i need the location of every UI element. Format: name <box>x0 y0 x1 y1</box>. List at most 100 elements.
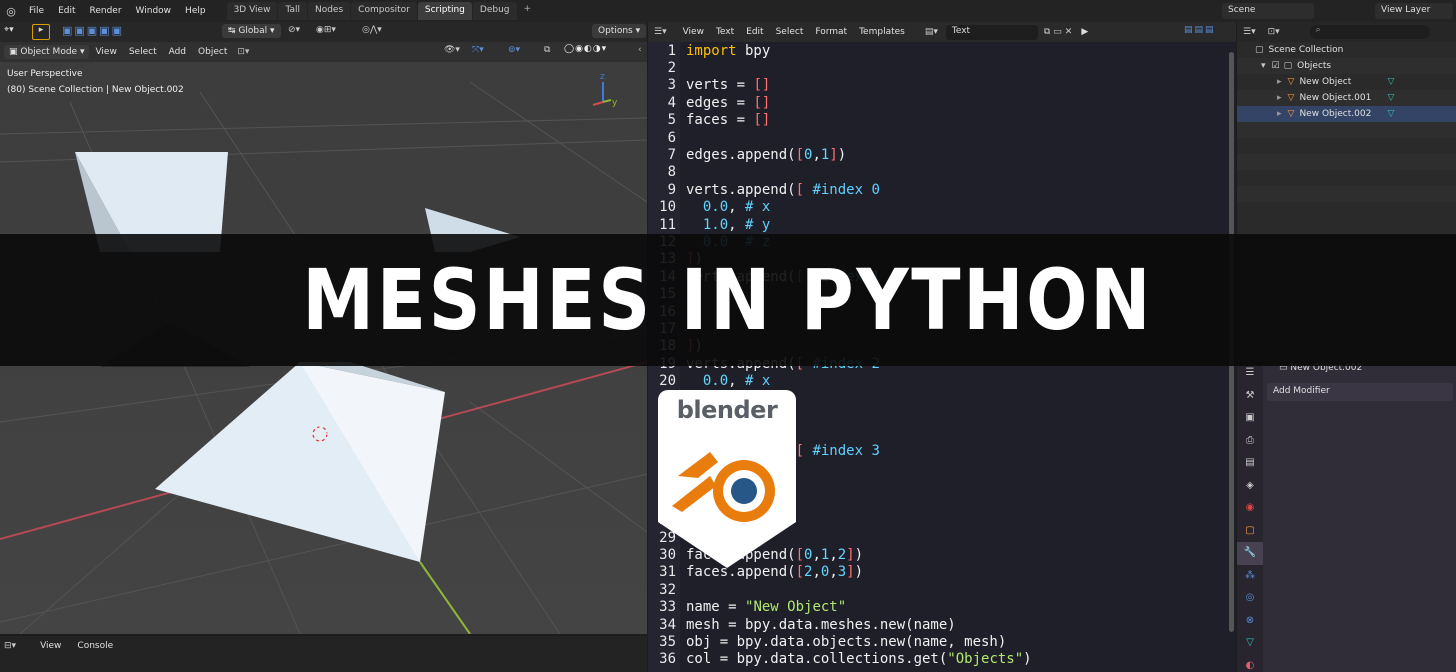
viewport-menu-add[interactable]: Add <box>163 45 192 59</box>
code-line[interactable]: 34 mesh = bpy.data.meshes.new(name) <box>648 616 1236 633</box>
display-mode-icon[interactable]: ⊡▾ <box>1268 27 1280 37</box>
mesh-data-icon[interactable]: ▽ <box>1387 109 1394 119</box>
overlays-icon[interactable]: ⊚▾ <box>508 45 520 55</box>
tab-scripting[interactable]: Scripting <box>417 2 472 20</box>
code-line[interactable]: 35 obj = bpy.data.objects.new(name, mesh) <box>648 633 1236 650</box>
console-editor-type-icon[interactable]: ⊟▾ <box>4 641 16 651</box>
view-layer-selector[interactable]: View Layer <box>1375 3 1453 19</box>
transform-orientation-select[interactable]: ↹ Global ▾ <box>222 24 281 38</box>
outliner-object-row[interactable]: ▸ ▽ New Object.002 ▽ <box>1237 106 1456 122</box>
menu-file[interactable]: File <box>22 6 51 16</box>
code-line[interactable]: 7 edges.append([0,1]) <box>648 146 1236 163</box>
blender-logo-icon[interactable]: ◎ <box>0 5 22 18</box>
physics-tab-icon[interactable]: ◎ <box>1237 587 1263 610</box>
tab-debug[interactable]: Debug <box>472 2 517 20</box>
viewport-menu-select[interactable]: Select <box>123 45 163 59</box>
menu-window[interactable]: Window <box>129 6 179 16</box>
viewport-menu-view[interactable]: View <box>89 45 122 59</box>
menu-edit[interactable]: Edit <box>51 6 82 16</box>
viewport-menu-object[interactable]: Object <box>192 45 233 59</box>
editor-menu-edit[interactable]: Edit <box>740 27 769 37</box>
tab-nodes[interactable]: Nodes <box>307 2 351 20</box>
render-tab-icon[interactable]: ▣ <box>1237 407 1263 430</box>
add-modifier-button[interactable]: Add Modifier <box>1267 383 1453 401</box>
particles-tab-icon[interactable]: ⁂ <box>1237 565 1263 588</box>
mesh-object-icon: ▽ <box>1287 109 1295 119</box>
console-menu-console[interactable]: Console <box>69 641 121 651</box>
code-line[interactable]: 8 <box>648 164 1236 181</box>
shading-modes-icons[interactable]: ◯◉◐◑▾ <box>564 44 607 54</box>
mesh-data-icon[interactable]: ▽ <box>1387 77 1394 87</box>
object-mode-select[interactable]: ▣ Object Mode ▾ <box>4 45 90 59</box>
add-workspace-icon[interactable]: + <box>518 2 538 20</box>
gizmos-icon[interactable]: ⤧▾ <box>472 45 484 55</box>
code-line[interactable]: 11 1.0, # y <box>648 216 1236 233</box>
code-line[interactable]: 20 0.0, # x <box>648 372 1236 389</box>
scene-tab-icon[interactable]: ◈ <box>1237 475 1263 498</box>
display-toggle-icons[interactable]: ▤▤▤ <box>1184 25 1216 35</box>
code-line[interactable]: 36 col = bpy.data.collections.get("Object… <box>648 651 1236 668</box>
line-number: 8 <box>667 164 676 181</box>
outliner-objects-collection[interactable]: ▾ ☑ ▢ Objects <box>1237 58 1456 74</box>
object-tab-icon[interactable]: ▢ <box>1237 520 1263 543</box>
editor-menu-view[interactable]: View <box>677 27 710 37</box>
gizmo-toggle-icon[interactable]: ⊡▾ <box>233 45 253 59</box>
constraints-tab-icon[interactable]: ⊗ <box>1237 610 1263 633</box>
scene-selector[interactable]: Scene <box>1222 3 1314 19</box>
visibility-icon[interactable]: 👁▾ <box>444 45 460 55</box>
outliner-editor-type-icon[interactable]: ☰▾ <box>1243 27 1256 37</box>
code-line[interactable]: 2 <box>648 59 1236 76</box>
line-number: 1 <box>667 42 676 59</box>
expand-icon[interactable]: ▾ <box>1261 61 1266 71</box>
code-line[interactable]: 3 verts = [] <box>648 77 1236 94</box>
modifier-tab-icon[interactable]: 🔧 <box>1237 542 1263 565</box>
text-file-icons[interactable]: ⧉▭✕ <box>1044 27 1075 37</box>
data-tab-icon[interactable]: ▽ <box>1237 632 1263 655</box>
run-script-icon[interactable]: ▶ <box>1081 27 1088 37</box>
editor-menu-templates[interactable]: Templates <box>853 27 911 37</box>
console-menu-view[interactable]: View <box>32 641 69 651</box>
sidebar-toggle-icon[interactable]: ‹ <box>638 45 642 55</box>
menu-render[interactable]: Render <box>83 6 129 16</box>
tool-tab-icon[interactable]: ⚒ <box>1237 385 1263 408</box>
menu-help[interactable]: Help <box>178 6 213 16</box>
view-layer-tab-icon[interactable]: ▤ <box>1237 452 1263 475</box>
code-line[interactable]: 33 name = "New Object" <box>648 599 1236 616</box>
code-text: 1.0, # y <box>702 216 771 233</box>
tab-3d-view[interactable]: 3D View <box>226 2 278 20</box>
code-line[interactable]: 6 <box>648 129 1236 146</box>
select-mode-icons[interactable]: ▣▣▣▣▣ <box>62 24 124 37</box>
editor-type-icon[interactable]: ⌖▾ <box>4 25 14 35</box>
editor-menu-text[interactable]: Text <box>710 27 740 37</box>
line-number: 5 <box>667 112 676 129</box>
material-tab-icon[interactable]: ◐ <box>1237 655 1263 672</box>
code-line[interactable]: 32 <box>648 581 1236 598</box>
select-tool-icon[interactable]: ▸ <box>32 24 50 40</box>
xray-icon[interactable]: ⧉ <box>544 45 550 55</box>
proportional-edit-icon[interactable]: ◎⋀▾ <box>362 25 382 35</box>
editor-menu-format[interactable]: Format <box>809 27 853 37</box>
tab-tall[interactable]: Tall <box>278 2 307 20</box>
snap-icon[interactable]: ◉⊞▾ <box>316 25 336 35</box>
code-text: verts = [] <box>686 77 771 94</box>
options-dropdown[interactable]: Options ▾ <box>592 24 647 38</box>
code-line[interactable]: 9 verts.append([ #index 0 <box>648 181 1236 198</box>
editor-menu-select[interactable]: Select <box>770 27 810 37</box>
mesh-data-icon[interactable]: ▽ <box>1387 93 1394 103</box>
outliner-object-row[interactable]: ▸ ▽ New Object.001 ▽ <box>1237 90 1456 106</box>
outliner-object-row[interactable]: ▸ ▽ New Object ▽ <box>1237 74 1456 90</box>
code-line[interactable]: 1 import bpy <box>648 42 1236 59</box>
text-name-field[interactable]: Text <box>945 24 1038 40</box>
outliner-search-input[interactable]: ⌕ <box>1309 25 1430 39</box>
text-datablock-icon[interactable]: ▤▾ <box>925 27 938 37</box>
pivot-icon[interactable]: ⊘▾ <box>288 25 300 35</box>
checkbox-icon[interactable]: ☑ <box>1272 61 1280 71</box>
output-tab-icon[interactable]: ⎙ <box>1237 430 1263 453</box>
outliner-scene-collection[interactable]: ▢ Scene Collection <box>1237 42 1456 58</box>
code-line[interactable]: 5 faces = [] <box>648 112 1236 129</box>
code-line[interactable]: 10 0.0, # x <box>648 199 1236 216</box>
world-tab-icon[interactable]: ◉ <box>1237 497 1263 520</box>
code-line[interactable]: 4 edges = [] <box>648 94 1236 111</box>
tab-compositor[interactable]: Compositor <box>351 2 417 20</box>
text-editor-type-icon[interactable]: ☰▾ <box>654 27 667 37</box>
